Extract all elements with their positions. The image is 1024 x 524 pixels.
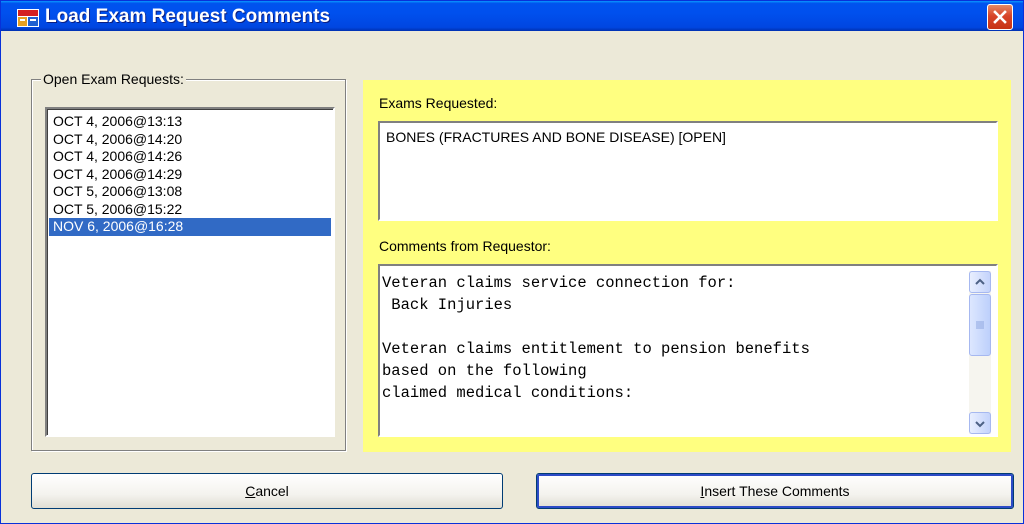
exam-request-item[interactable]: OCT 4, 2006@14:20	[49, 131, 331, 149]
cancel-label: ancel	[255, 483, 289, 499]
vista-app-icon	[17, 9, 39, 27]
window-title: Load Exam Request Comments	[45, 6, 331, 27]
dialog-window: Load Exam Request Comments Open Exam Req…	[0, 0, 1024, 524]
grip-icon	[976, 321, 984, 329]
close-icon	[993, 10, 1007, 24]
comments-textarea[interactable]: Veteran claims service connection for: B…	[378, 264, 998, 437]
scroll-down-button[interactable]	[969, 412, 991, 434]
exam-request-item[interactable]: OCT 4, 2006@14:29	[49, 166, 331, 184]
insert-comments-button[interactable]: Insert These Comments	[536, 473, 1014, 509]
exams-requested-value: BONES (FRACTURES AND BONE DISEASE) [OPEN…	[386, 129, 726, 145]
cancel-accel: C	[245, 483, 256, 499]
cancel-button[interactable]: Cancel	[31, 473, 503, 509]
scroll-up-button[interactable]	[969, 271, 991, 293]
exam-requests-listbox[interactable]: OCT 4, 2006@13:13 OCT 4, 2006@14:20 OCT 4,…	[45, 107, 335, 437]
comment-line	[382, 316, 810, 338]
comment-line: based on the following	[382, 362, 587, 380]
close-button[interactable]	[987, 4, 1013, 30]
comment-line: claimed medical conditions:	[382, 384, 634, 402]
comments-label: Comments from Requestor:	[379, 238, 551, 254]
comment-line: Veteran claims entitlement to pension be…	[382, 340, 810, 358]
comments-scrollbar[interactable]	[969, 271, 991, 434]
chevron-down-icon	[975, 421, 985, 428]
title-bar[interactable]: Load Exam Request Comments	[1, 1, 1023, 31]
exam-request-item[interactable]: OCT 4, 2006@13:13	[49, 113, 331, 131]
exam-request-item[interactable]: OCT 4, 2006@14:26	[49, 148, 331, 166]
chevron-up-icon	[975, 278, 985, 285]
comment-line: Veteran claims service connection for:	[382, 274, 736, 292]
exam-request-item[interactable]: OCT 5, 2006@13:08	[49, 183, 331, 201]
exams-requested-field[interactable]: BONES (FRACTURES AND BONE DISEASE) [OPEN…	[378, 121, 998, 221]
exams-requested-label: Exams Requested:	[379, 95, 498, 111]
insert-label: nsert These Comments	[704, 483, 850, 499]
scroll-thumb[interactable]	[969, 294, 991, 356]
comment-line: Back Injuries	[382, 296, 513, 314]
exam-request-item[interactable]: OCT 5, 2006@15:22	[49, 201, 331, 219]
open-exam-requests-label: Open Exam Requests:	[41, 71, 186, 87]
exam-request-item[interactable]: NOV 6, 2006@16:28	[49, 218, 331, 236]
